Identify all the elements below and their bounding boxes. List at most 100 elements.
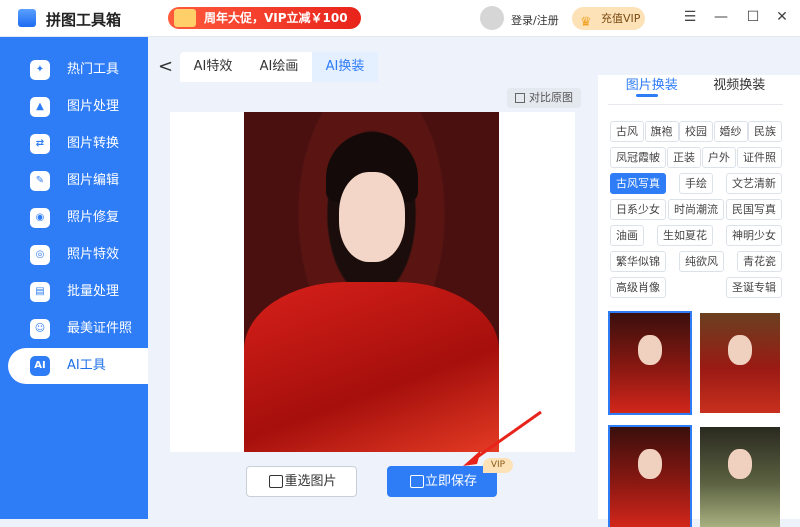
image-process-icon: ▲	[30, 97, 50, 117]
thumb-face	[638, 335, 662, 365]
compare-original-button[interactable]: 对比原图	[507, 88, 581, 108]
tag-row: 日系少女 时尚潮流 民国写真	[610, 199, 782, 220]
promo-text: 周年大促，VIP立减￥100	[204, 11, 348, 25]
tab[interactable]: AI绘画	[246, 52, 312, 82]
tag-row: 凤冠霞帔 正装 户外 证件照	[610, 147, 782, 168]
style-tag[interactable]: 户外	[702, 147, 736, 168]
maximize-icon[interactable]: ☐	[744, 9, 762, 25]
batch-icon: ▤	[30, 282, 50, 302]
style-tag[interactable]: 神明少女	[726, 225, 782, 246]
save-button[interactable]: 立即保存	[387, 466, 497, 497]
sidebar-item-label: 图片处理	[67, 99, 120, 114]
style-tag[interactable]: 油画	[610, 225, 644, 246]
crown-icon: ♛	[580, 15, 592, 30]
app-logo	[18, 9, 36, 27]
tab[interactable]: AI换装	[312, 52, 378, 82]
thumb-face	[728, 335, 752, 365]
style-tag[interactable]: 凤冠霞帔	[610, 147, 666, 168]
style-tag[interactable]: 古风	[610, 121, 644, 142]
reselect-image-button[interactable]: 重选图片	[246, 466, 357, 497]
pointer-arrow	[463, 410, 542, 466]
sidebar-item[interactable]: ☺ 最美证件照	[8, 311, 148, 347]
sidebar-item[interactable]: ▤ 批量处理	[8, 274, 148, 310]
style-tag[interactable]: 古风写真	[610, 173, 666, 194]
title-bar: 拼图工具箱 周年大促，VIP立减￥100 登录/注册 ♛ 充值VIP ☰ — ☐ …	[0, 0, 800, 37]
tag-row: 高级肖像 圣诞专辑	[610, 277, 782, 298]
style-tag[interactable]: 圣诞专辑	[726, 277, 782, 298]
image-edit-icon: ✎	[30, 171, 50, 191]
style-tag[interactable]: 时尚潮流	[668, 199, 724, 220]
sidebar-item-label: 批量处理	[67, 284, 120, 299]
avatar[interactable]	[480, 6, 504, 30]
style-thumbnail[interactable]	[700, 427, 780, 527]
image-convert-icon: ⇄	[30, 134, 50, 154]
sidebar-item[interactable]: ◎ 照片特效	[8, 237, 148, 273]
sidebar-item[interactable]: ✦ 热门工具	[8, 52, 148, 88]
sidebar-item-label: 图片编辑	[67, 173, 120, 188]
style-tag[interactable]: 证件照	[737, 147, 782, 168]
sidebar-item-label: AI工具	[67, 358, 106, 373]
style-tag[interactable]: 纯欲风	[679, 251, 724, 272]
minimize-icon[interactable]: —	[712, 9, 730, 25]
sidebar: ✦ 热门工具 ▲ 图片处理 ⇄ 图片转换 ✎ 图片编辑 ◉ 照片修复 ◎ 照片特效 ▤ 批量处理 ☺ 最美证件…	[0, 37, 148, 519]
style-tag[interactable]: 手绘	[679, 173, 713, 194]
preview-canvas	[170, 112, 575, 452]
style-tag[interactable]: 民国写真	[726, 199, 782, 220]
result-photo	[244, 112, 499, 452]
style-tags: 古风 旗袍 校园 婚纱 民族 凤冠霞帔 正装 户外 证件照 古风写真 手绘 文艺清新 日系少女 时尚潮流民…	[610, 121, 782, 303]
style-tag[interactable]: 文艺清新	[726, 173, 782, 194]
sidebar-item-label: 照片特效	[67, 247, 120, 262]
recharge-vip-button[interactable]: ♛ 充值VIP	[572, 7, 645, 30]
style-panel: 图片换装 视频换装 古风 旗袍 校园 婚纱 民族 凤冠霞帔 正装 户外 证件照 古风写真 手绘 文艺清新…	[598, 75, 800, 527]
style-tag[interactable]: 繁华似锦	[610, 251, 666, 272]
tag-row: 繁华似锦 纯欲风 青花瓷	[610, 251, 782, 272]
style-tag[interactable]: 旗袍	[644, 121, 679, 142]
sidebar-item[interactable]: ✎ 图片编辑	[8, 163, 148, 199]
hot-tools-icon: ✦	[30, 60, 50, 80]
style-tag[interactable]: 正装	[667, 147, 701, 168]
photo-effect-icon: ◎	[30, 245, 50, 265]
sidebar-item[interactable]: AI AI工具	[8, 348, 148, 384]
promo-banner[interactable]: 周年大促，VIP立减￥100	[168, 7, 361, 29]
style-tag[interactable]: 婚纱	[713, 121, 748, 142]
tag-row: 古风 旗袍 校园 婚纱 民族	[610, 121, 782, 142]
app-title: 拼图工具箱	[46, 11, 122, 29]
sidebar-item[interactable]: ▲ 图片处理	[8, 89, 148, 125]
style-tag[interactable]: 青花瓷	[737, 251, 782, 272]
gift-icon	[174, 9, 196, 27]
style-tabs: 图片换装 视频换装	[608, 75, 783, 105]
sidebar-item[interactable]: ⇄ 图片转换	[8, 126, 148, 162]
style-tag[interactable]: 生如夏花	[657, 225, 713, 246]
style-tag[interactable]: 高级肖像	[610, 277, 666, 298]
style-tag[interactable]: 民族	[748, 121, 782, 142]
compare-label: 对比原图	[529, 91, 573, 104]
download-icon	[410, 475, 424, 488]
vip-label: 充值VIP	[601, 12, 641, 25]
sidebar-item-label: 图片转换	[67, 136, 120, 151]
style-tab[interactable]: 图片换装	[608, 67, 696, 97]
tag-row: 古风写真 手绘 文艺清新	[610, 173, 782, 194]
style-thumbnail[interactable]	[608, 311, 692, 415]
style-thumbnail[interactable]	[608, 425, 692, 527]
sidebar-item-label: 热门工具	[67, 62, 120, 77]
login-link[interactable]: 登录/注册	[511, 12, 559, 28]
sidebar-item-label: 照片修复	[67, 210, 120, 225]
tab[interactable]: AI特效	[180, 52, 246, 82]
style-tag[interactable]: 日系少女	[610, 199, 666, 220]
style-tab[interactable]: 视频换装	[696, 67, 784, 96]
thumb-face	[638, 449, 662, 479]
compare-icon	[515, 93, 525, 103]
menu-icon[interactable]: ☰	[681, 9, 699, 25]
close-icon[interactable]: ✕	[773, 9, 791, 25]
id-photo-icon: ☺	[30, 319, 50, 339]
sidebar-item-label: 最美证件照	[67, 321, 133, 336]
photo-repair-icon: ◉	[30, 208, 50, 228]
tag-row: 油画 生如夏花 神明少女	[610, 225, 782, 246]
back-icon[interactable]: <	[158, 56, 173, 77]
ai-icon: AI	[30, 356, 50, 376]
style-tag[interactable]: 校园	[679, 121, 713, 142]
style-thumbnail[interactable]	[700, 313, 780, 413]
save-label: 立即保存	[424, 474, 477, 489]
sidebar-item[interactable]: ◉ 照片修复	[8, 200, 148, 236]
reselect-label: 重选图片	[284, 474, 337, 489]
